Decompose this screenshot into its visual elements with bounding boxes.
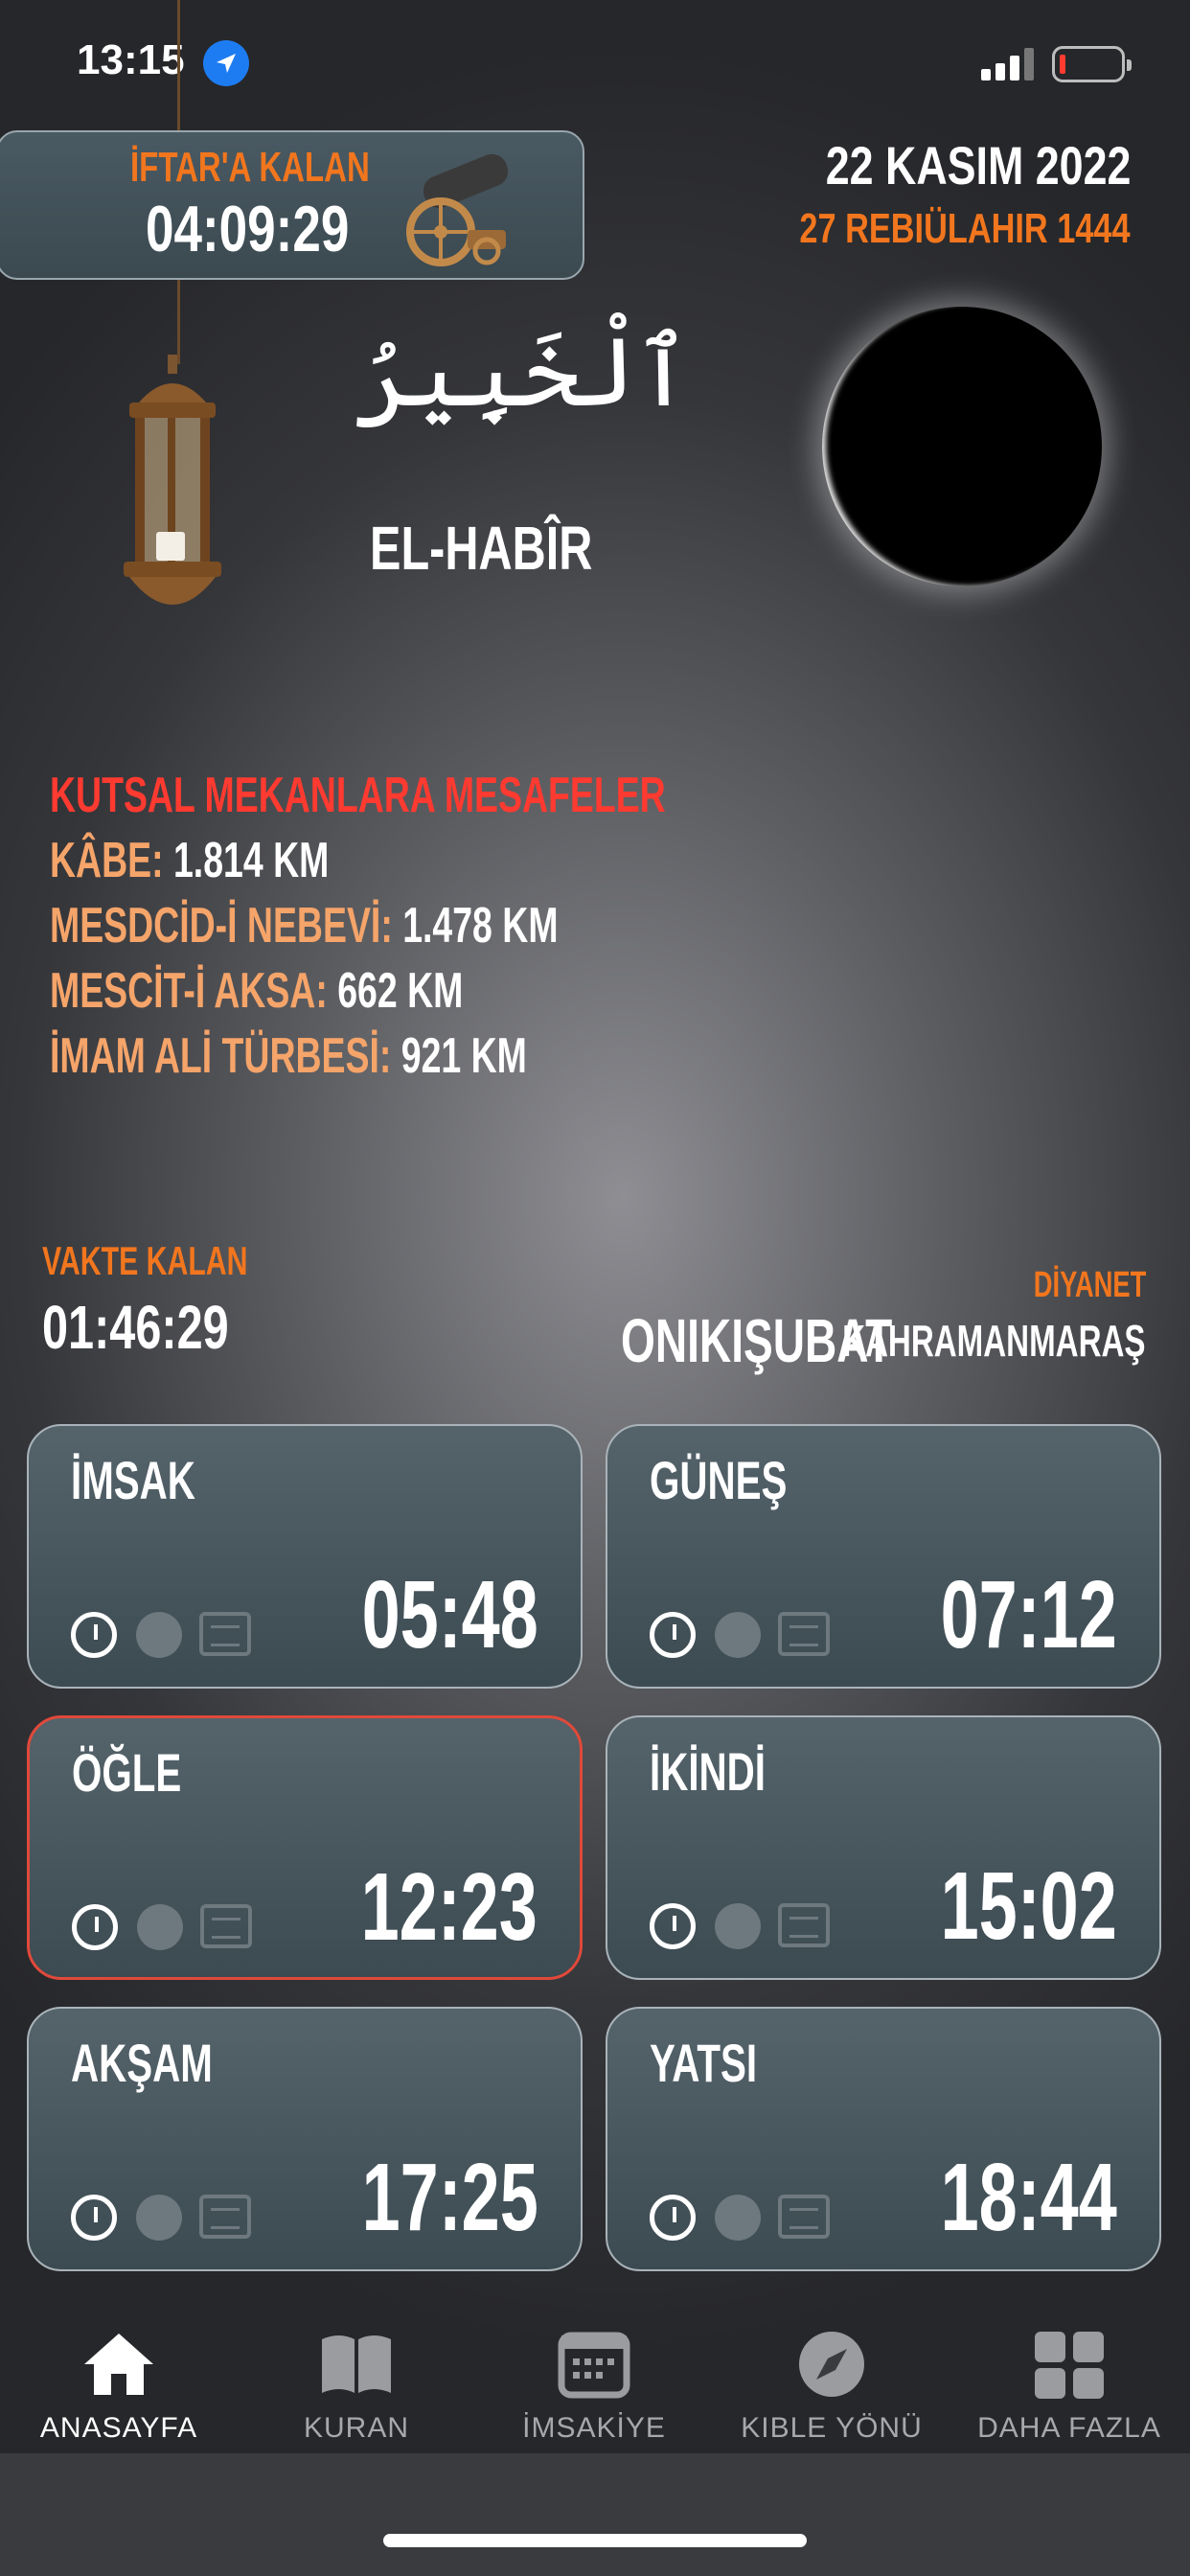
tab-imsakiye[interactable]: İMSAKİYE [475,2295,713,2445]
prayer-card-yatsi[interactable]: YATSI 18:44 [606,2007,1161,2271]
grid-icon [1031,2330,1108,2399]
notes-icon[interactable] [778,1903,830,1947]
tab-label: KURAN [303,2412,409,2444]
hijri-date: 27 REBIÜLAHIR 1444 [799,205,1131,252]
notes-icon[interactable] [200,1904,252,1948]
prayer-name: İKİNDİ [650,1741,766,1802]
distance-nebevi: MESDCİD-İ NEBEVİ: 1.478 KM [50,897,559,954]
tab-kuran[interactable]: KURAN [238,2295,475,2445]
notes-icon[interactable] [778,2195,830,2239]
alarm-icon[interactable] [72,1904,118,1950]
tab-label: KIBLE YÖNÜ [741,2412,923,2444]
alarm-off-icon[interactable] [136,2195,182,2241]
prayer-time: 18:44 [940,2144,1117,2251]
battery-icon [1052,46,1132,82]
alarm-icon[interactable] [650,1612,696,1658]
prayer-time: 15:02 [940,1852,1117,1960]
prayer-card-ikindi[interactable]: İKİNDİ 15:02 [606,1715,1161,1980]
alarm-icon[interactable] [71,1612,117,1658]
distance-label: MESDCİD-İ NEBEVİ: [50,898,393,954]
lantern-icon [101,355,244,623]
alarm-off-icon[interactable] [136,1612,182,1658]
cellular-signal-icon [981,46,1039,80]
prayer-card-gunes[interactable]: GÜNEŞ 07:12 [606,1424,1161,1689]
notes-icon[interactable] [778,1612,830,1656]
esma-latin: EL-HABÎR [370,514,593,583]
location-arrow-icon [203,40,249,86]
iftar-label: İFTAR'A KALAN [130,144,370,191]
distance-label: İMAM ALİ TÜRBESİ: [50,1028,392,1084]
moon-phase-icon [822,307,1102,586]
alarm-icon[interactable] [650,2195,696,2241]
prayer-name: ÖĞLE [72,1742,182,1803]
tab-bar: ANASAYFA KURAN İMSAKİYE KIBLE YÖNÜ DAHA … [0,2295,1190,2453]
alarm-off-icon[interactable] [715,1612,761,1658]
compass-icon [793,2330,870,2399]
tab-anasayfa[interactable]: ANASAYFA [0,2295,238,2445]
distance-label: KÂBE: [50,833,164,888]
alarm-off-icon[interactable] [715,2195,761,2241]
esma-arabic: ٱلْخَبِيرُ [355,316,692,428]
calendar-icon [556,2330,632,2399]
remaining-time: 01:46:29 [42,1293,229,1362]
home-icon [80,2330,157,2399]
tab-label: DAHA FAZLA [977,2412,1161,2444]
prayer-card-ogle[interactable]: ÖĞLE 12:23 [27,1715,583,1980]
distance-value: 1.814 KM [172,833,330,888]
home-indicator[interactable] [383,2534,807,2547]
alarm-off-icon[interactable] [137,1904,183,1950]
alarm-off-icon[interactable] [715,1903,761,1949]
bottom-safe-area [0,2453,1190,2576]
notes-icon[interactable] [199,2195,251,2239]
tab-kible[interactable]: KIBLE YÖNÜ [713,2295,950,2445]
cannon-icon [383,144,527,268]
prayer-time: 07:12 [940,1561,1117,1668]
tab-label: İMSAKİYE [522,2412,666,2444]
tab-daha-fazla[interactable]: DAHA FAZLA [950,2295,1188,2445]
prayer-time: 12:23 [360,1853,538,1961]
distance-value: 921 KM [400,1028,527,1084]
source-label: DİYANET [1033,1265,1146,1305]
prayer-card-aksam[interactable]: AKŞAM 17:25 [27,2007,583,2271]
alarm-icon[interactable] [71,2195,117,2241]
prayer-name: İMSAK [71,1450,195,1510]
prayer-time: 05:48 [361,1561,538,1668]
prayer-card-imsak[interactable]: İMSAK 05:48 [27,1424,583,1689]
city-name[interactable]: KAHRAMANMARAŞ [843,1315,1146,1367]
distance-imam-ali: İMAM ALİ TÜRBESİ: 921 KM [50,1027,527,1085]
status-time: 13:15 [77,36,185,83]
distance-label: MESCİT-İ AKSA: [50,963,328,1019]
iftar-countdown: 04:09:29 [146,193,350,265]
alarm-icon[interactable] [650,1903,696,1949]
prayer-time: 17:25 [361,2144,538,2251]
distance-value: 1.478 KM [402,898,559,954]
distance-value: 662 KM [337,963,464,1019]
distances-title: KUTSAL MEKANLARA MESAFELER [50,768,666,823]
book-icon [318,2330,395,2399]
prayer-name: GÜNEŞ [650,1450,788,1510]
prayer-name: AKŞAM [71,2033,213,2093]
remaining-label: VAKTE KALAN [42,1238,248,1283]
notes-icon[interactable] [199,1612,251,1656]
distance-aksa: MESCİT-İ AKSA: 662 KM [50,962,463,1020]
gregorian-date: 22 KASIM 2022 [825,135,1131,196]
distance-kabe: KÂBE: 1.814 KM [50,832,329,889]
prayer-name: YATSI [650,2033,758,2093]
tab-label: ANASAYFA [39,2412,198,2444]
